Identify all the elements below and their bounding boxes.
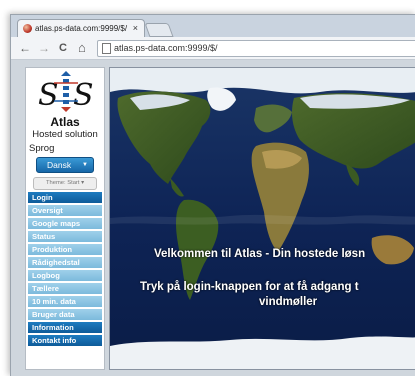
sidebar-item-login[interactable]: Login [28,192,102,203]
tab-strip: atlas.ps-data.com:9999/$/ × [11,15,415,38]
login-instruction-line1: Tryk på login-knappen for at få adgang t [140,281,359,293]
sidebar-item-raadighedstal[interactable]: Rådighedstal [28,257,102,268]
sidebar-item-10-min-data[interactable]: 10 min. data [28,296,102,307]
favicon-icon [23,24,32,33]
sidebar-item-information[interactable]: Information [28,322,102,333]
hosted-solution-label: Hosted solution [32,129,98,140]
sidebar-nav: Login Oversigt Google maps Status Produk… [28,192,102,348]
home-icon[interactable]: ⌂ [78,41,86,55]
sidebar-item-logbog[interactable]: Logbog [28,270,102,281]
brand-name: Atlas [50,115,80,129]
world-map-panel: Velkommen til Atlas - Din hostede løsn T… [109,67,415,370]
chevron-down-icon: ▼ [82,162,88,168]
sidebar-item-status[interactable]: Status [28,231,102,242]
new-tab-button[interactable] [144,23,174,37]
page-content: S S Atlas Hosted solution Sprog Dansk ▼ … [11,60,415,376]
sidebar-item-taellere[interactable]: Tællere [28,283,102,294]
world-map-image [110,68,415,369]
sidebar: S S Atlas Hosted solution Sprog Dansk ▼ … [25,67,105,370]
page-icon [102,43,111,54]
url-text: atlas.ps-data.com:9999/$/ [114,43,218,53]
back-icon[interactable]: ← [19,41,31,55]
language-select[interactable]: Dansk ▼ [36,157,94,173]
tab-close-icon[interactable]: × [133,23,138,33]
atlas-logo: S S [38,71,94,113]
sidebar-item-google-maps[interactable]: Google maps [28,218,102,229]
browser-tab[interactable]: atlas.ps-data.com:9999/$/ × [17,19,145,38]
sidebar-item-produktion[interactable]: Produktion [28,244,102,255]
browser-toolbar: ← → C ⌂ atlas.ps-data.com:9999/$/ [11,37,415,60]
language-value: Dansk [47,160,72,170]
tab-title: atlas.ps-data.com:9999/$/ [35,24,128,33]
welcome-message: Velkommen til Atlas - Din hostede løsn [154,248,366,260]
login-instruction-line2: vindmøller [259,296,318,308]
theme-select[interactable]: Theme: Start ▾ [33,177,97,190]
browser-window: atlas.ps-data.com:9999/$/ × ← → C ⌂ atla… [10,14,415,376]
sidebar-item-bruger-data[interactable]: Bruger data [28,309,102,320]
theme-value: Theme: Start [45,180,80,186]
address-bar[interactable]: atlas.ps-data.com:9999/$/ [97,40,415,57]
chevron-down-icon: ▾ [81,180,85,186]
forward-icon[interactable]: → [38,41,50,55]
sidebar-item-oversigt[interactable]: Oversigt [28,205,102,216]
reload-icon[interactable]: C [59,41,67,55]
language-label: Sprog [29,143,55,154]
sidebar-item-kontakt-info[interactable]: Kontakt info [28,335,102,346]
